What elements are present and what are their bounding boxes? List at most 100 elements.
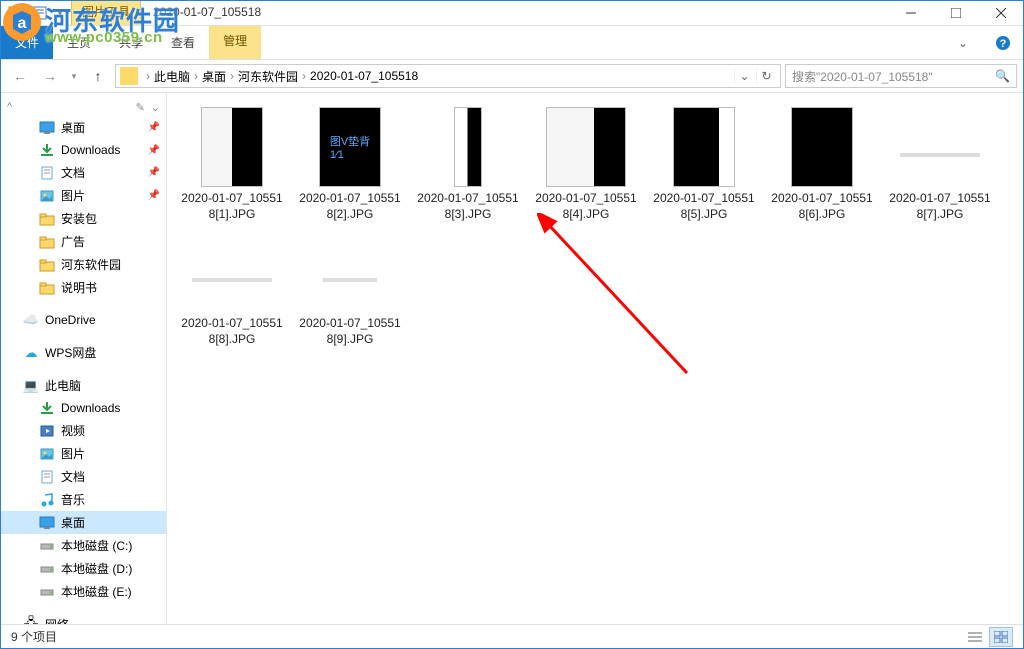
minimize-button[interactable]	[888, 1, 933, 25]
svg-text:?: ?	[1000, 38, 1007, 50]
tree-this-pc-item[interactable]: 图片	[1, 442, 166, 465]
maximize-button[interactable]	[933, 1, 978, 25]
search-input[interactable]: 搜索"2020-01-07_105518" 🔍	[785, 64, 1017, 88]
ribbon-tab-view[interactable]: 查看	[157, 26, 209, 59]
network-icon: 🖧	[23, 617, 39, 625]
file-item[interactable]: 2020-01-07_105518[7].JPG	[889, 103, 991, 222]
nav-pane-options-icon[interactable]: ⌄	[151, 101, 160, 114]
file-item[interactable]: 图V垫背1⁄12020-01-07_105518[2].JPG	[299, 103, 401, 222]
drive-icon	[39, 538, 55, 554]
breadcrumb-segment[interactable]: 2020-01-07_105518	[310, 69, 418, 83]
view-thumbnails-button[interactable]	[989, 627, 1013, 647]
tree-quick-access-item[interactable]: 河东软件园	[1, 253, 166, 276]
address-dropdown-icon[interactable]: ⌄	[734, 69, 754, 83]
file-item[interactable]: 2020-01-07_105518[5].JPG	[653, 103, 755, 222]
folder-icon	[39, 257, 55, 273]
tree-this-pc-item[interactable]: 视频	[1, 419, 166, 442]
tree-label: 文档	[61, 164, 85, 181]
tree-this-pc-item[interactable]: 文档	[1, 465, 166, 488]
file-name: 2020-01-07_105518[8].JPG	[181, 316, 283, 347]
refresh-button[interactable]: ↻	[756, 69, 776, 83]
wps-icon: ☁	[23, 345, 39, 361]
tree-this-pc-item[interactable]: 本地磁盘 (E:)	[1, 580, 166, 603]
tree-label: 桌面	[61, 514, 85, 531]
navigation-pane[interactable]: ^ ✎ ⌄ 桌面📌Downloads📌文档📌图片📌安装包广告河东软件园说明书 ☁…	[1, 93, 167, 624]
file-name: 2020-01-07_105518[9].JPG	[299, 316, 401, 347]
file-thumbnail	[454, 107, 482, 187]
tree-label: 网络	[45, 616, 69, 624]
desktop-icon	[39, 515, 55, 531]
tree-quick-access-item[interactable]: 广告	[1, 230, 166, 253]
tree-quick-access-item[interactable]: 说明书	[1, 276, 166, 299]
chevron-right-icon[interactable]: ›	[302, 69, 306, 83]
tree-this-pc[interactable]: 💻 此电脑	[1, 374, 166, 397]
tree-network[interactable]: 🖧 网络	[1, 613, 166, 624]
tree-this-pc-item[interactable]: Downloads	[1, 397, 166, 419]
drive-icon	[39, 584, 55, 600]
breadcrumb-segment[interactable]: 此电脑	[154, 68, 190, 85]
ribbon-tab-share[interactable]: 共享	[105, 26, 157, 59]
pictures-icon	[39, 188, 55, 204]
tree-label: 文档	[61, 468, 85, 485]
file-item[interactable]: 2020-01-07_105518[8].JPG	[181, 228, 283, 347]
tree-label: 本地磁盘 (D:)	[61, 560, 132, 577]
tree-onedrive[interactable]: ☁️ OneDrive	[1, 309, 166, 331]
chevron-right-icon[interactable]: ›	[194, 69, 198, 83]
file-list-pane[interactable]: 2020-01-07_105518[1].JPG 图V垫背1⁄12020-01-0…	[167, 93, 1023, 624]
pin-icon: 📌	[148, 145, 160, 156]
file-thumbnail	[900, 153, 980, 157]
contextual-tab-header: 图片工具	[71, 1, 141, 25]
qat-dropdown-icon[interactable]: ▾	[53, 2, 67, 24]
tree-quick-access-item[interactable]: 桌面 📌	[1, 116, 166, 139]
tree-this-pc-item[interactable]: 本地磁盘 (C:)	[1, 534, 166, 557]
ribbon-expand-icon[interactable]: ⌄	[943, 26, 983, 59]
tree-this-pc-item[interactable]: 音乐	[1, 488, 166, 511]
documents-icon	[39, 165, 55, 181]
nav-pane-new-icon[interactable]: ✎	[136, 101, 145, 114]
file-name: 2020-01-07_105518[1].JPG	[181, 191, 283, 222]
tree-this-pc-item[interactable]: 本地磁盘 (D:)	[1, 557, 166, 580]
tree-wps[interactable]: ☁ WPS网盘	[1, 341, 166, 364]
tree-label: WPS网盘	[45, 344, 96, 361]
up-button[interactable]: ↑	[85, 63, 111, 89]
pin-icon: 📌	[148, 122, 160, 133]
ribbon-file-tab[interactable]: 文件	[1, 26, 53, 59]
file-item[interactable]: 2020-01-07_105518[6].JPG	[771, 103, 873, 222]
file-name: 2020-01-07_105518[3].JPG	[417, 191, 519, 222]
tree-quick-access-item[interactable]: 文档📌	[1, 161, 166, 184]
file-item[interactable]: 2020-01-07_105518[4].JPG	[535, 103, 637, 222]
back-button[interactable]: ←	[7, 63, 33, 89]
file-item[interactable]: 2020-01-07_105518[3].JPG	[417, 103, 519, 222]
tree-label: OneDrive	[45, 313, 96, 327]
tree-label: Downloads	[61, 401, 120, 415]
file-item[interactable]: 2020-01-07_105518[1].JPG	[181, 103, 283, 222]
tree-quick-access-item[interactable]: Downloads📌	[1, 139, 166, 161]
drive-icon	[39, 561, 55, 577]
ribbon: 文件 主页 共享 查看 管理 ⌄ ?	[1, 26, 1023, 59]
ribbon-tab-manage[interactable]: 管理	[209, 26, 261, 59]
qat-properties-icon[interactable]	[29, 2, 51, 24]
documents-icon	[39, 469, 55, 485]
tree-label: 桌面	[61, 119, 85, 136]
chevron-right-icon[interactable]: ›	[146, 69, 150, 83]
onedrive-icon: ☁️	[23, 312, 39, 328]
file-thumbnail	[546, 107, 626, 187]
breadcrumb[interactable]: › 此电脑 › 桌面 › 河东软件园 › 2020-01-07_105518 ⌄…	[115, 64, 781, 88]
breadcrumb-segment[interactable]: 河东软件园	[238, 68, 298, 85]
help-icon[interactable]: ?	[983, 26, 1023, 59]
nav-pane-up-icon[interactable]: ^	[7, 101, 12, 114]
tree-quick-access-item[interactable]: 图片📌	[1, 184, 166, 207]
chevron-right-icon[interactable]: ›	[230, 69, 234, 83]
ribbon-tab-home[interactable]: 主页	[53, 26, 105, 59]
tree-this-pc-item[interactable]: 桌面	[1, 511, 166, 534]
forward-button[interactable]: →	[37, 63, 63, 89]
file-item[interactable]: 2020-01-07_105518[9].JPG	[299, 228, 401, 347]
videos-icon	[39, 423, 55, 439]
breadcrumb-segment[interactable]: 桌面	[202, 68, 226, 85]
view-details-button[interactable]	[963, 627, 987, 647]
close-button[interactable]	[978, 1, 1023, 25]
folder-icon	[39, 234, 55, 250]
tree-quick-access-item[interactable]: 安装包	[1, 207, 166, 230]
search-icon[interactable]: 🔍	[995, 69, 1010, 83]
recent-dropdown-icon[interactable]: ▾	[67, 63, 81, 89]
